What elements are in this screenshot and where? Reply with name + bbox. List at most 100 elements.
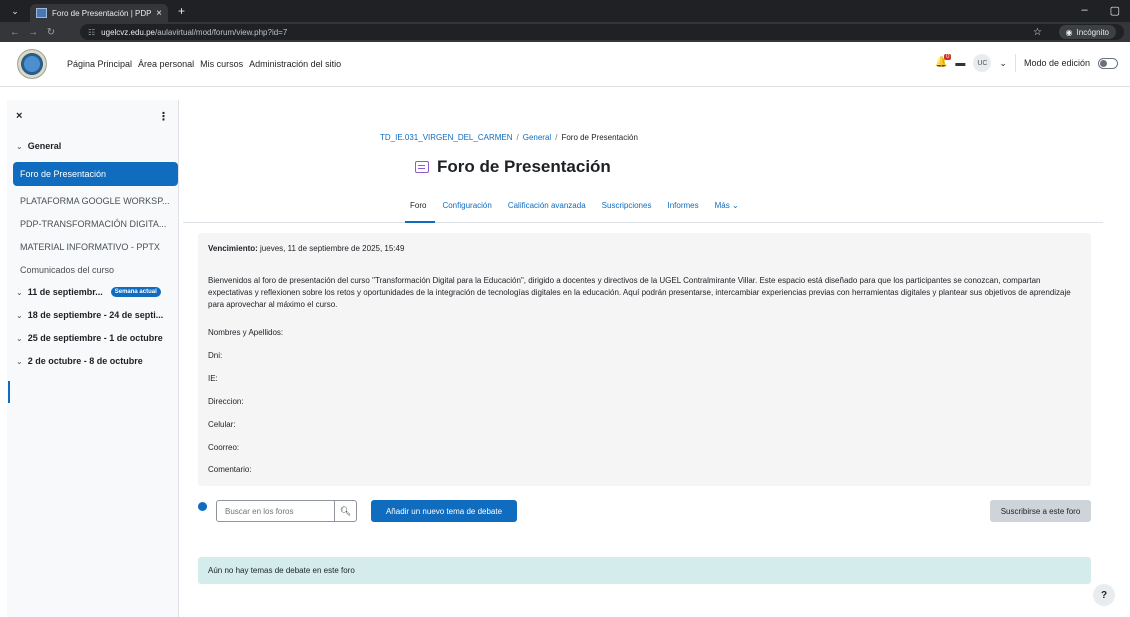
course-index-drawer: × ⋮ ⌄ General Foro de Presentación PLATA… xyxy=(7,100,179,617)
due-date: Vencimiento: jueves, 11 de septiembre de… xyxy=(208,243,404,255)
primary-navigation: Página Principal Área personal Mis curso… xyxy=(67,59,341,69)
drawer-options-icon[interactable]: ⋮ xyxy=(158,110,169,123)
forward-icon[interactable]: → xyxy=(24,27,42,38)
page-title: Foro de Presentación xyxy=(437,157,611,176)
back-icon[interactable]: ← xyxy=(6,27,24,38)
close-tab-icon[interactable]: × xyxy=(156,8,162,19)
tab-title: Foro de Presentación | PDP xyxy=(52,8,152,18)
drawer-item-pdp[interactable]: PDP-TRANSFORMACIÓN DIGITA... xyxy=(13,213,173,235)
section-general[interactable]: ⌄ General xyxy=(7,132,178,160)
due-value: jueves, 11 de septiembre de 2025, 15:49 xyxy=(260,244,405,253)
section-week-1[interactable]: ⌄ 11 de septiembr... Semana actual xyxy=(13,281,178,303)
intro-text: Bienvenidos al foro de presentación del … xyxy=(208,276,1071,309)
drawer-item-material[interactable]: MATERIAL INFORMATIVO - PPTX xyxy=(13,236,173,258)
navbar-divider xyxy=(1014,54,1016,72)
help-button[interactable]: ? xyxy=(1093,584,1115,606)
user-menu-area: 🔔 0 ▬ UC ⌄ Modo de edición xyxy=(935,54,1118,72)
nav-item-site-admin[interactable]: Administración del sitio xyxy=(249,59,341,69)
minimize-icon[interactable]: – xyxy=(1081,4,1087,17)
drawer-item-google-workspace[interactable]: PLATAFORMA GOOGLE WORKSP... xyxy=(13,190,173,212)
bookmark-star-icon[interactable]: ☆ xyxy=(1033,27,1042,38)
notification-count-badge: 0 xyxy=(944,54,952,60)
section-week-2[interactable]: ⌄ 18 de septiembre - 24 de septi... xyxy=(13,304,178,326)
drawer-item-active[interactable]: Foro de Presentación xyxy=(13,162,178,186)
field-nombres: Nombres y Apellidos: xyxy=(208,328,284,337)
active-tab-underline xyxy=(405,221,435,223)
forum-description: Vencimiento: jueves, 11 de septiembre de… xyxy=(198,233,1091,486)
current-week-badge: Semana actual xyxy=(110,287,161,297)
empty-discussions-notice: Aún no hay temas de debate en este foro xyxy=(198,557,1091,584)
tab-advanced-grading[interactable]: Calificación avanzada xyxy=(508,201,586,210)
section-week-4[interactable]: ⌄ 2 de octubre - 8 de octubre xyxy=(13,350,178,372)
drawer-header: × ⋮ xyxy=(7,100,178,132)
notifications-bell-icon[interactable]: 🔔 0 xyxy=(935,54,952,69)
browser-tabbar: ⌄ Foro de Presentación | PDP × + – ▢ xyxy=(0,0,1130,22)
favicon-icon xyxy=(36,8,47,18)
add-discussion-button[interactable]: Añadir un nuevo tema de debate xyxy=(371,500,517,522)
incognito-icon: ◉ xyxy=(1065,27,1073,37)
user-menu-chevron-icon[interactable]: ⌄ xyxy=(999,58,1007,69)
nav-item-home[interactable]: Página Principal xyxy=(67,59,132,69)
messages-icon[interactable]: ▬ xyxy=(955,58,965,69)
close-drawer-icon[interactable]: × xyxy=(16,110,22,122)
section-week-4-label: 2 de octubre - 8 de octubre xyxy=(27,356,143,366)
maximize-icon[interactable]: ▢ xyxy=(1110,4,1120,17)
chevron-down-icon: ⌄ xyxy=(16,141,23,151)
forum-icon xyxy=(415,161,429,173)
breadcrumb-current: Foro de Presentación xyxy=(561,133,638,142)
tab-forum[interactable]: Foro xyxy=(410,201,426,210)
site-info-icon[interactable]: ☷ xyxy=(88,28,95,37)
search-input[interactable] xyxy=(217,501,334,521)
field-dni: Dni: xyxy=(208,351,223,360)
breadcrumb: TD_IE.031_VIRGEN_DEL_CARMEN / General / Foro… xyxy=(380,133,638,142)
chevron-down-icon: ⌄ xyxy=(16,356,23,366)
breadcrumb-course[interactable]: TD_IE.031_VIRGEN_DEL_CARMEN xyxy=(380,133,513,142)
nav-item-my-courses[interactable]: Mis cursos xyxy=(200,59,243,69)
new-tab-icon[interactable]: + xyxy=(178,4,185,18)
tab-reports[interactable]: Informes xyxy=(667,201,698,210)
chevron-down-icon: ⌄ xyxy=(16,310,23,320)
window-controls: – ▢ xyxy=(1081,4,1120,17)
tab-settings[interactable]: Configuración xyxy=(442,201,491,210)
due-label: Vencimiento: xyxy=(208,244,258,253)
breadcrumb-section[interactable]: General xyxy=(523,133,551,142)
subscribe-button[interactable]: Suscribirse a este foro xyxy=(990,500,1091,522)
address-bar[interactable]: ☷ ugelcvz.edu.pe /aulavirtual/mod/forum/… xyxy=(80,24,1124,40)
incognito-label: Incógnito xyxy=(1076,27,1109,37)
section-week-2-label: 18 de septiembre - 24 de septi... xyxy=(27,310,164,320)
site-logo[interactable] xyxy=(17,49,47,79)
field-comentario: Comentario: xyxy=(208,465,252,474)
drawer-item-comunicados[interactable]: Comunicados del curso xyxy=(13,259,173,281)
section-general-label: General xyxy=(27,141,62,151)
nav-item-dashboard[interactable]: Área personal xyxy=(138,59,194,69)
browser-tab[interactable]: Foro de Presentación | PDP × xyxy=(30,4,168,22)
reload-icon[interactable]: ↻ xyxy=(42,27,60,38)
tab-subscriptions[interactable]: Suscripciones xyxy=(602,201,652,210)
field-celular: Celular: xyxy=(208,420,236,429)
user-avatar[interactable]: UC xyxy=(973,54,992,72)
edit-mode-toggle[interactable] xyxy=(1098,57,1118,69)
browser-toolbar: ← → ↻ ☷ ugelcvz.edu.pe /aulavirtual/mod/… xyxy=(0,22,1130,42)
tab-more-label: Más xyxy=(714,201,730,210)
tab-more[interactable]: Más ⌄ xyxy=(715,201,739,210)
url-host: ugelcvz.edu.pe xyxy=(101,27,155,37)
forum-search: 🔍︎ xyxy=(216,500,357,522)
section-week-3-label: 25 de septiembre - 1 de octubre xyxy=(27,333,163,343)
incognito-indicator[interactable]: ◉ Incógnito xyxy=(1058,25,1116,39)
site-navbar: Página Principal Área personal Mis curso… xyxy=(0,42,1130,87)
field-direccion: Direccion: xyxy=(208,397,244,406)
edit-mode-label: Modo de edición xyxy=(1023,58,1090,68)
section-week-1-label: 11 de septiembr... xyxy=(27,287,103,297)
search-icon[interactable]: 🔍︎ xyxy=(334,501,356,521)
url-path: /aulavirtual/mod/forum/view.php?id=7 xyxy=(155,27,288,37)
field-ie: IE: xyxy=(208,374,218,383)
secondary-navigation: Foro Configuración Calificación avanzada… xyxy=(183,197,1103,223)
current-section-indicator xyxy=(8,381,10,403)
page-header: Foro de Presentación xyxy=(415,157,611,177)
tab-search-icon[interactable]: ⌄ xyxy=(6,2,24,20)
search-help-icon[interactable] xyxy=(198,502,207,511)
field-correo: Coorreo: xyxy=(208,443,240,452)
chevron-down-icon: ⌄ xyxy=(16,287,23,297)
section-week-3[interactable]: ⌄ 25 de septiembre - 1 de octubre xyxy=(13,327,178,349)
chevron-down-icon: ⌄ xyxy=(16,333,23,343)
